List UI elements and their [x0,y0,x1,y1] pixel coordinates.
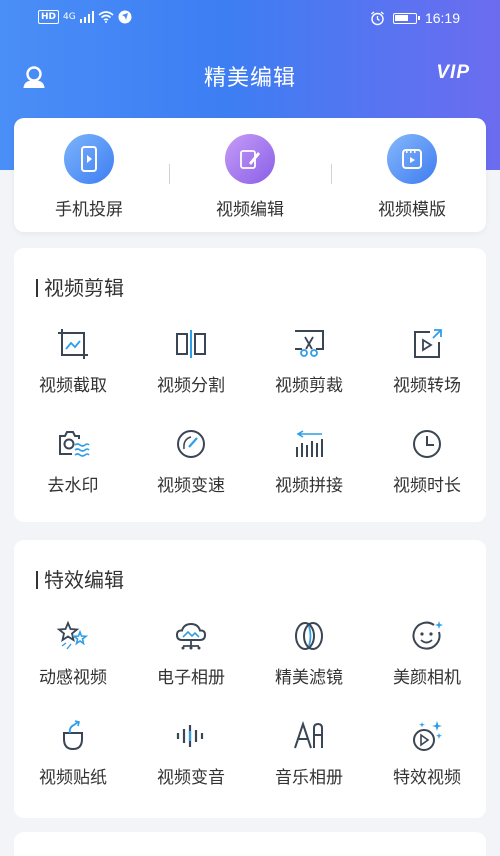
page-title: 精美编辑 [203,66,296,91]
phone-cast-icon [64,134,114,184]
title-bar [36,571,38,589]
section-title-text: 特效编辑 [44,568,124,592]
tool-video-join[interactable]: 视频拼接 [250,424,368,496]
tool-video-split[interactable]: 视频分割 [132,324,250,396]
pencil-icon [225,134,275,184]
soundwave-icon [171,716,211,756]
tool-label: 视频贴纸 [39,768,107,788]
network-type: 4G [63,12,76,22]
tool-video-transition[interactable]: 视频转场 [368,324,486,396]
stars-icon [53,616,93,656]
tool-video-crop[interactable]: 视频剪裁 [250,324,368,396]
tool-label: 视频截取 [39,376,107,396]
section-title: 特效编辑 [36,564,124,593]
sparkle-play-icon [407,716,447,756]
alarm-icon [371,10,384,25]
tool-music-album[interactable]: 音乐相册 [250,716,368,788]
tool-label: 视频剪裁 [275,376,343,396]
transition-icon [407,324,447,364]
wifi-icon [98,11,114,23]
join-bars-icon [289,424,329,464]
section-next-card [14,832,486,856]
quick-action-screen-cast[interactable]: 手机投屏 [14,134,164,220]
section-title-text: 视频剪辑 [44,276,124,300]
section-video-editing: 视频剪辑 视频截取 视频分割 视频剪裁 视频转场 去水印 视频变速 视频拼接 视… [14,248,486,522]
tool-label: 视频分割 [157,376,225,396]
tool-label: 视频拼接 [275,476,343,496]
tool-label: 音乐相册 [275,768,343,788]
quick-action-video-template[interactable]: 视频模版 [337,134,487,220]
tool-video-sticker[interactable]: 视频贴纸 [14,716,132,788]
tool-label: 视频变音 [157,768,225,788]
sticker-icon [53,716,93,756]
title-bar [36,279,38,297]
tool-label: 特效视频 [393,768,461,788]
tool-label: 电子相册 [157,668,225,688]
vip-button[interactable]: VIP [436,62,470,84]
camera-watermark-icon [53,424,93,464]
tool-label: 精美滤镜 [275,668,343,688]
location-icon [118,10,132,24]
section-effects-editing: 特效编辑 动感视频 电子相册 精美滤镜 美颜相机 视频贴纸 视频变音 音乐相册 … [14,540,486,818]
speedometer-icon [171,424,211,464]
tool-dynamic-video[interactable]: 动感视频 [14,616,132,688]
tool-label: 视频变速 [157,476,225,496]
tool-label: 视频转场 [393,376,461,396]
app-header: 精美编辑 VIP [0,50,500,100]
tool-filters[interactable]: 精美滤镜 [250,616,368,688]
section-title: 视频剪辑 [36,272,124,301]
tool-label: 去水印 [47,476,99,496]
divider [331,164,332,184]
cloud-album-icon [171,616,211,656]
smile-face-icon [407,616,447,656]
tool-label: 视频时长 [393,476,461,496]
text-ai-icon [289,716,329,756]
crop-image-icon [53,324,93,364]
tool-beauty-camera[interactable]: 美颜相机 [368,616,486,688]
tool-voice-change[interactable]: 视频变音 [132,716,250,788]
tool-electronic-album[interactable]: 电子相册 [132,616,250,688]
quick-action-label: 手机投屏 [55,200,123,220]
signal-icon [79,11,94,23]
tool-video-capture[interactable]: 视频截取 [14,324,132,396]
battery-icon [392,12,420,24]
video-template-icon [387,134,437,184]
tool-remove-watermark[interactable]: 去水印 [14,424,132,496]
quick-action-video-edit[interactable]: 视频编辑 [175,134,325,220]
divider [169,164,170,184]
scissors-icon [289,324,329,364]
hd-badge: HD [38,10,60,24]
quick-actions-card: 手机投屏 视频编辑 视频模版 [14,118,486,232]
quick-action-label: 视频模版 [378,200,446,220]
status-time: 16:19 [424,10,460,26]
tool-video-duration[interactable]: 视频时长 [368,424,486,496]
quick-action-label: 视频编辑 [216,200,284,220]
tool-video-speed[interactable]: 视频变速 [132,424,250,496]
tool-label: 美颜相机 [393,668,461,688]
tool-label: 动感视频 [39,668,107,688]
clock-icon [407,424,447,464]
tool-effect-video[interactable]: 特效视频 [368,716,486,788]
split-icon [171,324,211,364]
filter-rings-icon [289,616,329,656]
status-bar: HD 4G 16:19 [0,0,500,38]
